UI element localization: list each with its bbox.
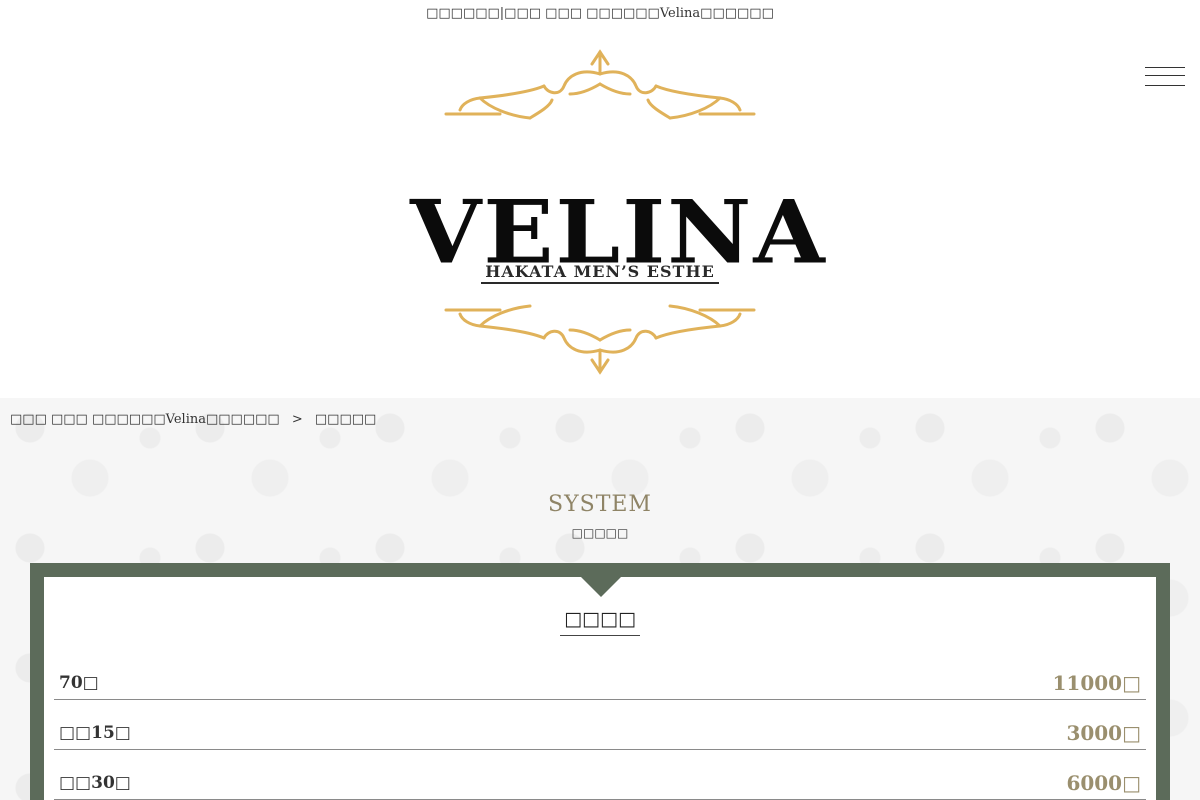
price-value: 3000□ xyxy=(1066,721,1141,745)
price-row: □□30□ 6000□ xyxy=(54,770,1146,800)
price-label: □□15□ xyxy=(59,723,131,743)
hamburger-menu-button[interactable] xyxy=(1145,66,1185,90)
section-title: SYSTEM xyxy=(548,492,652,517)
site-logo[interactable]: VELINA HAKATA MEN’S ESTHE xyxy=(410,46,825,382)
breadcrumb-current: □□□□□ xyxy=(314,412,377,427)
logo-tagline: HAKATA MEN’S ESTHE xyxy=(410,262,790,284)
hamburger-icon xyxy=(1145,67,1185,68)
breadcrumb-home-link[interactable]: □□□ □□□ □□□□□□Velina□□□□□□ xyxy=(10,412,280,427)
bottom-ornament-icon xyxy=(444,304,756,375)
price-label: 70□ xyxy=(59,673,99,693)
panel-notch-icon xyxy=(581,577,621,597)
top-ornament-icon xyxy=(444,49,756,120)
price-label: □□30□ xyxy=(59,773,131,793)
page-title: □□□□□□|□□□ □□□ □□□□□□Velina□□□□□□ xyxy=(426,6,774,21)
breadcrumb-separator: > xyxy=(291,412,303,427)
price-panel-heading: □□□□ xyxy=(0,608,1200,636)
section-subtitle: □□□□□ xyxy=(571,526,629,540)
breadcrumb: □□□ □□□ □□□□□□Velina□□□□□□ > □□□□□ xyxy=(10,412,376,427)
price-value: 6000□ xyxy=(1066,771,1141,795)
price-value: 11000□ xyxy=(1052,671,1141,695)
price-row: □□15□ 3000□ xyxy=(54,720,1146,750)
price-row: 70□ 11000□ xyxy=(54,670,1146,700)
